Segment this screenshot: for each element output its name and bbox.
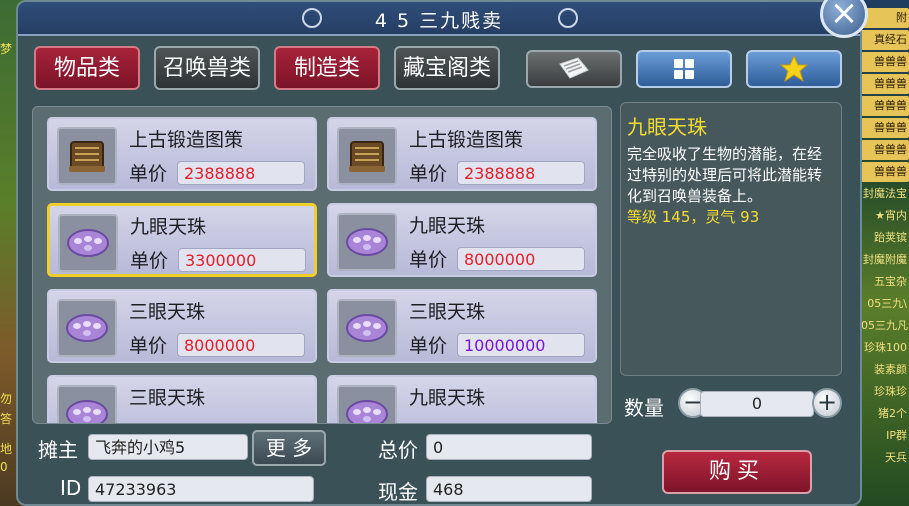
item-card[interactable]: 上古锻造图策 单价 2388888 [47,117,317,191]
bead-icon [57,299,117,357]
owner-name-field: 飞奔的小鸡5 [88,434,248,460]
scroll-icon [337,127,397,185]
owner-label: 摊主 [38,438,78,462]
unit-price-label: 单价 [409,163,448,185]
background-stall-entry: 05三九\ [867,297,907,310]
cash-field: 468 [426,476,592,502]
unit-price-field: 10000000 [457,333,585,357]
bead-icon [66,400,108,423]
background-stall-entry: 兽兽兽 [861,96,909,116]
grid-view-tab[interactable] [636,50,732,88]
bead-icon [337,385,397,423]
bead-icon [337,299,397,357]
owner-id-field: 47233963 [88,476,314,502]
tab-crafting[interactable]: 制造类 [274,46,380,90]
background-stall-entry: ★宵内 [875,209,907,222]
background-scene-right: 附真经石 兽兽兽 兽兽兽 兽兽兽 兽兽兽 兽兽兽 兽兽兽 封魔法宝 ★宵内 跆荚镔 封魔附魔 五宝杂 0… [857,0,909,506]
background-stall-entry: 五宝杂 [874,275,907,288]
background-stall-entry: 猪2个 [878,407,907,420]
background-stall-entry: 兽兽兽 [861,140,909,160]
scroll-icon [349,141,385,172]
background-stall-entry: 真经石 [861,30,909,50]
favorites-tab[interactable] [746,50,842,88]
title-bar: 4 5 三九贱卖 [18,2,860,36]
description-title: 九眼天珠 [627,115,707,139]
unit-price-label: 单价 [409,249,448,271]
bead-icon [346,228,388,256]
item-name: 三眼天珠 [409,301,486,323]
description-body: 完全吸收了生物的潜能，在经过特别的处理后可将此潜能转化到召唤兽装备上。 [627,145,823,205]
cash-label: 现金 [378,480,418,504]
background-stall-entry: 珍珠100 [864,341,907,354]
item-description-panel: 九眼天珠 完全吸收了生物的潜能，在经过特别的处理后可将此潜能转化到召唤兽装备上。… [620,102,842,376]
item-name: 九眼天珠 [409,387,486,409]
star-icon [779,54,809,83]
bead-icon [66,314,108,342]
item-card[interactable]: 上古锻造图策 单价 2388888 [327,117,597,191]
item-name: 上古锻造图策 [129,129,244,151]
background-stall-entry: 跆荚镔 [874,231,907,244]
item-name: 上古锻造图策 [409,129,524,151]
background-stall-entry: 兽兽兽 [861,74,909,94]
background-stall-entry: IP群 [886,429,907,442]
background-stall-entry: 封魔法宝 [863,187,907,200]
quantity-input[interactable]: 0 [700,391,814,417]
unit-price-label: 单价 [409,335,448,357]
background-stall-entry: 兽兽兽 [861,52,909,72]
unit-price-field: 3300000 [178,248,306,272]
unit-price-field: 8000000 [177,333,305,357]
background-stall-entry: 装素颜 [874,363,907,376]
notebook-icon [559,57,589,79]
bead-icon [346,314,388,342]
background-stall-entry: 附 [861,8,909,28]
item-card[interactable]: 三眼天珠单价 10000000 [327,289,597,363]
item-card[interactable]: 九眼天珠单价 8000000 [327,203,597,277]
item-name: 九眼天珠 [409,215,486,237]
background-stall-entry: 兽兽兽 [861,162,909,182]
unit-price-label: 单价 [129,163,168,185]
item-card[interactable]: 九眼天珠单价 3300000 [47,203,317,277]
tab-summons[interactable]: 召唤兽类 [154,46,260,90]
tab-treasure-pavilion[interactable]: 藏宝阁类 [394,46,500,90]
bead-icon [58,214,118,272]
unit-price-field: 8000000 [457,247,585,271]
id-label: ID [60,476,82,500]
background-stall-entry: 珍珠珍 [874,385,907,398]
scroll-icon [57,127,117,185]
item-card[interactable]: 三眼天珠 [47,375,317,423]
item-card[interactable]: 三眼天珠单价 8000000 [47,289,317,363]
background-stall-entry: 封魔附魔 [863,253,907,266]
total-price-label: 总价 [378,438,418,462]
item-name: 三眼天珠 [129,301,206,323]
unit-price-field: 2388888 [457,161,585,185]
close-icon: × [829,0,859,33]
unit-price-label: 单价 [129,335,168,357]
grid-icon [674,59,694,79]
bead-icon [346,400,388,423]
item-name: 九眼天珠 [130,216,207,238]
bead-icon [57,385,117,423]
scroll-icon [69,141,105,172]
item-grid: 上古锻造图策 单价 2388888 上古锻造图策 单价 2388888 九眼天珠 单价 33… [32,106,612,424]
background-stall-entry: 05三九凡 [861,319,908,332]
buy-button[interactable]: 购买 [662,450,812,494]
description-stats: 等级 145，灵气 93 [627,208,760,226]
bead-icon [67,229,109,257]
background-stall-list: 附真经石 兽兽兽 兽兽兽 兽兽兽 兽兽兽 兽兽兽 兽兽兽 封魔法宝 ★宵内 跆荚镔 封魔附魔 五宝杂 0… [861,8,909,468]
background-stall-entry: 兽兽兽 [861,118,909,138]
total-price-field: 0 [426,434,592,460]
tab-items[interactable]: 物品类 [34,46,140,90]
bead-icon [337,213,397,271]
item-card[interactable]: 九眼天珠 [327,375,597,423]
more-button[interactable]: 更 多 [252,430,326,466]
unit-price-field: 2388888 [177,161,305,185]
quantity-label: 数量 [624,396,664,420]
background-stall-entry: 天兵 [885,451,907,464]
stall-title: 4 5 三九贱卖 [374,10,504,32]
stall-window: 4 5 三九贱卖 物品类 召唤兽类 制造类 藏宝阁类 上古锻造图策 单价 23888… [16,0,862,506]
quantity-increase-button[interactable]: + [812,388,842,418]
notebook-tab[interactable] [526,50,622,88]
item-name: 三眼天珠 [129,387,206,409]
unit-price-label: 单价 [130,250,169,272]
